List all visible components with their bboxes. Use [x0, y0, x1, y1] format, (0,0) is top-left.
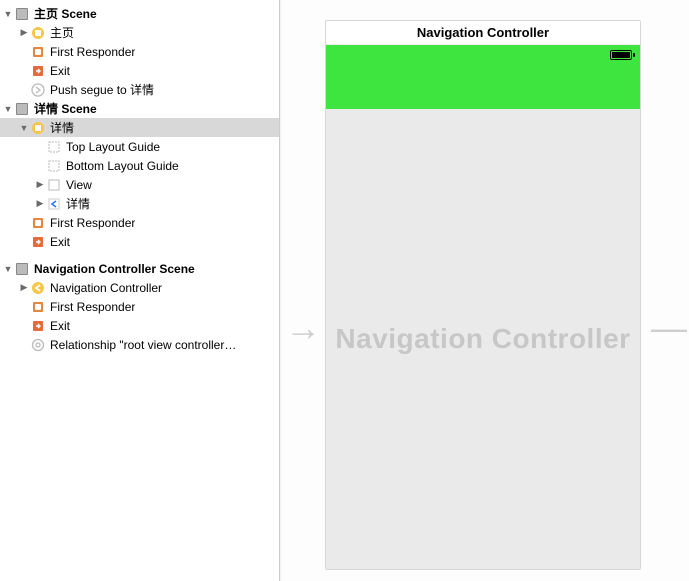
disclosure-triangle-icon[interactable]: ▶ [34, 198, 46, 209]
vc-label: 详情 [50, 119, 74, 136]
exit-row[interactable]: ▶ Exit [0, 232, 279, 251]
item-label: 详情 [66, 195, 90, 212]
segue-arrow-out-icon: — [651, 310, 687, 346]
layout-guide-icon [46, 139, 62, 155]
view-icon [46, 177, 62, 193]
status-bar [326, 45, 640, 65]
disclosure-triangle-icon[interactable]: ▼ [2, 9, 14, 19]
segue-arrow-in-icon: → [285, 310, 321, 346]
scene-icon [14, 261, 30, 277]
first-responder-row[interactable]: ▶ First Responder [0, 297, 279, 316]
item-label: First Responder [50, 216, 135, 230]
scene-row-detail[interactable]: ▼ 详情 Scene [0, 99, 279, 118]
scene-title: 主页 Scene [34, 5, 97, 22]
disclosure-triangle-icon[interactable]: ▶ [18, 282, 30, 293]
exit-row[interactable]: ▶ Exit [0, 61, 279, 80]
item-label: Bottom Layout Guide [66, 159, 179, 173]
first-responder-icon [30, 215, 46, 231]
item-label: Top Layout Guide [66, 140, 160, 154]
disclosure-triangle-icon[interactable]: ▶ [34, 179, 46, 190]
scene-icon [14, 6, 30, 22]
item-label: View [66, 178, 92, 192]
viewcontroller-icon [30, 25, 46, 41]
first-responder-row[interactable]: ▶ First Responder [0, 213, 279, 232]
simulator-body: Navigation Controller [326, 109, 640, 569]
item-label: Exit [50, 64, 70, 78]
storyboard-canvas[interactable]: → — Navigation Controller Navigation Con… [280, 0, 689, 581]
scene-title: 详情 Scene [34, 100, 97, 117]
relationship-icon [30, 337, 46, 353]
exit-icon [30, 63, 46, 79]
bottom-layout-guide-row[interactable]: ▶ Bottom Layout Guide [0, 156, 279, 175]
item-label: Push segue to 详情 [50, 81, 154, 98]
simulator-preview[interactable]: Navigation Controller Navigation Control… [325, 20, 641, 570]
scene-row-main[interactable]: ▼ 主页 Scene [0, 4, 279, 23]
vc-row-main[interactable]: ▶ 主页 [0, 23, 279, 42]
placeholder-label: Navigation Controller [335, 323, 630, 355]
viewcontroller-icon [30, 120, 46, 136]
scene-title: Navigation Controller Scene [34, 262, 195, 276]
navigation-bar [326, 65, 640, 109]
scene-icon [14, 101, 30, 117]
segue-row[interactable]: ▶ Push segue to 详情 [0, 80, 279, 99]
first-responder-icon [30, 44, 46, 60]
disclosure-triangle-icon[interactable]: ▼ [2, 264, 14, 274]
nav-item-icon [46, 196, 62, 212]
battery-icon [610, 50, 632, 60]
divider [280, 0, 282, 581]
relationship-segue-row[interactable]: ▶ Relationship "root view controller… [0, 335, 279, 354]
item-label: Exit [50, 319, 70, 333]
document-outline: ▼ 主页 Scene ▶ 主页 ▶ First Responder ▶ Exit… [0, 0, 280, 581]
layout-guide-icon [46, 158, 62, 174]
disclosure-triangle-icon[interactable]: ▶ [18, 27, 30, 38]
view-row[interactable]: ▶ View [0, 175, 279, 194]
vc-row-nav[interactable]: ▶ Navigation Controller [0, 278, 279, 297]
item-label: Relationship "root view controller… [50, 338, 236, 352]
disclosure-triangle-icon[interactable]: ▼ [18, 123, 30, 133]
exit-icon [30, 234, 46, 250]
exit-icon [30, 318, 46, 334]
segue-icon [30, 82, 46, 98]
scene-title-text: Navigation Controller [417, 25, 549, 40]
vc-label: Navigation Controller [50, 281, 162, 295]
nav-item-row[interactable]: ▶ 详情 [0, 194, 279, 213]
item-label: First Responder [50, 45, 135, 59]
top-layout-guide-row[interactable]: ▶ Top Layout Guide [0, 137, 279, 156]
vc-row-detail[interactable]: ▼ 详情 [0, 118, 279, 137]
scene-title-bar: Navigation Controller [326, 21, 640, 45]
item-label: First Responder [50, 300, 135, 314]
exit-row[interactable]: ▶ Exit [0, 316, 279, 335]
first-responder-icon [30, 299, 46, 315]
disclosure-triangle-icon[interactable]: ▼ [2, 104, 14, 114]
scene-row-nav[interactable]: ▼ Navigation Controller Scene [0, 259, 279, 278]
vc-label: 主页 [50, 24, 74, 41]
item-label: Exit [50, 235, 70, 249]
first-responder-row[interactable]: ▶ First Responder [0, 42, 279, 61]
nav-controller-icon [30, 280, 46, 296]
